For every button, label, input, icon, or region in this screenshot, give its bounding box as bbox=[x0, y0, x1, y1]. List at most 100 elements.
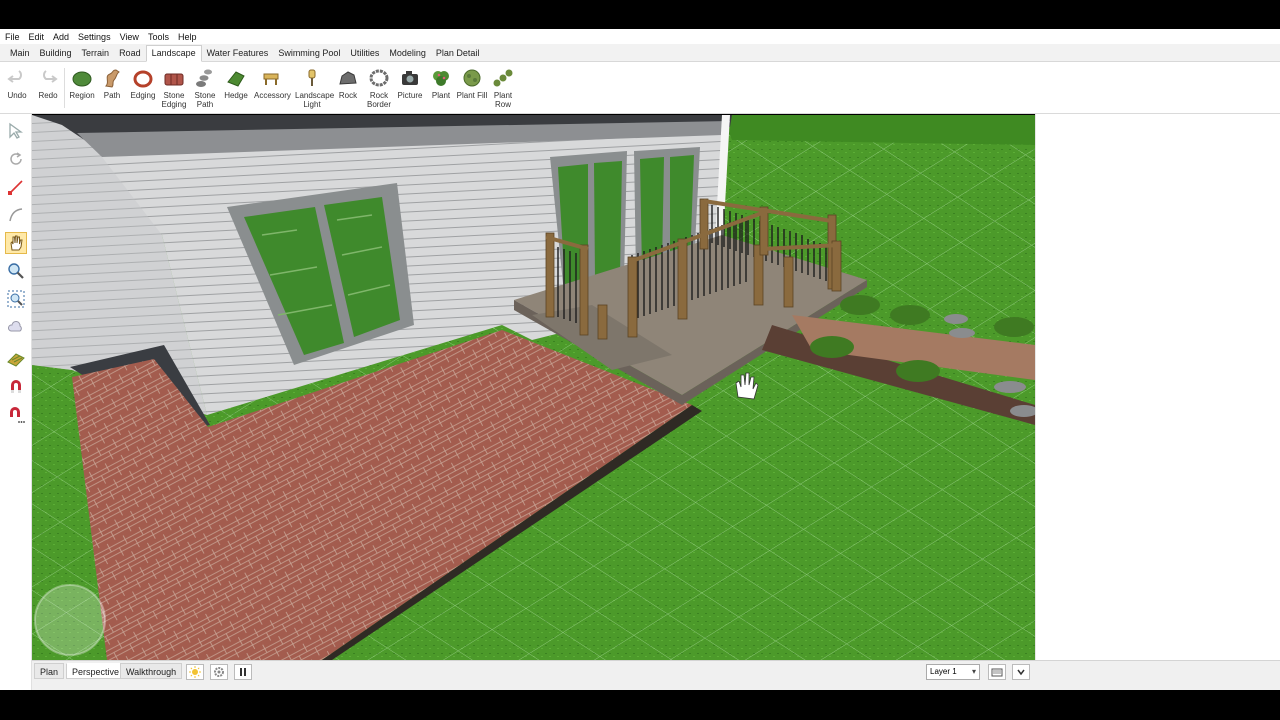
region-button[interactable]: Region bbox=[65, 66, 99, 100]
hand-pan-tool[interactable] bbox=[5, 232, 27, 254]
tab-perspective-view[interactable]: Perspective bbox=[66, 663, 126, 679]
rock-label: Rock bbox=[338, 91, 358, 100]
plant-button[interactable]: Plant bbox=[424, 66, 458, 100]
tab-swimming-pool[interactable]: Swimming Pool bbox=[273, 48, 345, 61]
settings-view-button[interactable] bbox=[210, 664, 228, 680]
tab-walkthrough-view[interactable]: Walkthrough bbox=[120, 663, 183, 679]
tab-road[interactable]: Road bbox=[114, 48, 146, 61]
zoom-extents-icon bbox=[7, 290, 25, 308]
tab-modeling[interactable]: Modeling bbox=[384, 48, 431, 61]
menu-view[interactable]: View bbox=[120, 32, 139, 42]
rock-border-button[interactable]: Rock Border bbox=[362, 66, 396, 109]
layer-select-value: Layer 1 bbox=[930, 667, 957, 676]
texture-tool[interactable] bbox=[5, 348, 27, 370]
layer-menu-button[interactable] bbox=[1012, 664, 1030, 680]
hand-pan-icon bbox=[10, 235, 23, 251]
tab-water-features[interactable]: Water Features bbox=[202, 48, 274, 61]
menu-help[interactable]: Help bbox=[178, 32, 197, 42]
layers-icon bbox=[991, 668, 1003, 677]
select-arrow-icon bbox=[9, 122, 23, 139]
view-status-bar: Plan Perspective Walkthrough Layer 1 ▾ bbox=[32, 660, 1280, 690]
stone-path-button[interactable]: Stone Path bbox=[188, 66, 222, 109]
sun-button[interactable] bbox=[186, 664, 204, 680]
redo-label: Redo bbox=[38, 91, 58, 100]
undo-icon bbox=[7, 70, 22, 83]
select-tool[interactable] bbox=[5, 120, 27, 142]
hedge-icon bbox=[227, 71, 245, 87]
pan-line-icon bbox=[8, 180, 23, 195]
top-black-bar bbox=[0, 0, 1280, 29]
region-icon bbox=[72, 71, 92, 87]
menu-add[interactable]: Add bbox=[53, 32, 69, 42]
ribbon-toolbar: Undo Redo Region Path Edging Stone Edgin… bbox=[0, 62, 1280, 114]
layer-select[interactable]: Layer 1 ▾ bbox=[926, 664, 980, 680]
texture-icon bbox=[7, 353, 25, 367]
cloud-tool[interactable] bbox=[5, 316, 27, 338]
hedge-label: Hedge bbox=[224, 91, 248, 100]
bottom-black-bar bbox=[0, 690, 1280, 720]
plant-fill-button[interactable]: Plant Fill bbox=[455, 66, 489, 100]
magnet-icon bbox=[11, 380, 21, 393]
rock-button[interactable]: Rock bbox=[331, 66, 365, 100]
landscape-light-button[interactable]: Landscape Light bbox=[295, 66, 334, 109]
orbit-tool[interactable] bbox=[5, 148, 27, 170]
tab-landscape[interactable]: Landscape bbox=[145, 45, 202, 62]
perspective-viewport[interactable] bbox=[32, 115, 1035, 660]
stone-edging-button[interactable]: Stone Edging bbox=[157, 66, 191, 109]
edging-button[interactable]: Edging bbox=[126, 66, 160, 100]
pause-button[interactable] bbox=[234, 664, 252, 680]
magnet-tool[interactable] bbox=[5, 376, 27, 398]
hedge-button[interactable]: Hedge bbox=[219, 66, 253, 100]
menu-edit[interactable]: Edit bbox=[29, 32, 45, 42]
landscape-light-label: Landscape Light bbox=[295, 91, 335, 109]
right-pane bbox=[1035, 114, 1280, 660]
layers-button[interactable] bbox=[988, 664, 1006, 680]
picture-button[interactable]: Picture bbox=[393, 66, 427, 100]
plant-icon bbox=[433, 71, 449, 86]
tab-building[interactable]: Building bbox=[35, 48, 77, 61]
zoom-tool[interactable] bbox=[5, 260, 27, 282]
undo-label: Undo bbox=[7, 91, 27, 100]
cloud-icon bbox=[7, 321, 22, 332]
landscape-light-icon bbox=[308, 69, 316, 86]
stone-edging-label: Stone Edging bbox=[161, 91, 187, 109]
tab-main[interactable]: Main bbox=[5, 48, 35, 61]
plant-row-label: Plant Row bbox=[493, 91, 513, 109]
orbit-icon bbox=[10, 152, 22, 165]
plant-row-button[interactable]: Plant Row bbox=[486, 66, 520, 109]
plant-label: Plant bbox=[431, 91, 451, 100]
path-button[interactable]: Path bbox=[95, 66, 129, 100]
magnet-more-tool[interactable] bbox=[5, 404, 27, 426]
camera-icon bbox=[402, 71, 418, 85]
sun-icon bbox=[189, 666, 201, 678]
left-toolbar bbox=[0, 114, 32, 690]
region-label: Region bbox=[69, 91, 95, 100]
redo-button[interactable]: Redo bbox=[31, 66, 65, 100]
menu-tools[interactable]: Tools bbox=[148, 32, 169, 42]
picture-label: Picture bbox=[397, 91, 423, 100]
plant-fill-icon bbox=[463, 69, 481, 87]
tab-utilities[interactable]: Utilities bbox=[345, 48, 384, 61]
tab-plan-detail[interactable]: Plan Detail bbox=[431, 48, 485, 61]
stone-path-label: Stone Path bbox=[194, 91, 216, 109]
ribbon-tabs: Main Building Terrain Road Landscape Wat… bbox=[0, 44, 1280, 62]
gear-icon bbox=[214, 667, 224, 677]
chevron-down-icon: ▾ bbox=[971, 667, 976, 676]
tab-terrain[interactable]: Terrain bbox=[77, 48, 115, 61]
edging-label: Edging bbox=[130, 91, 156, 100]
accessory-label: Accessory bbox=[254, 91, 291, 100]
draw-line-tool[interactable] bbox=[5, 176, 27, 198]
path-icon bbox=[104, 69, 120, 88]
menu-settings[interactable]: Settings bbox=[78, 32, 111, 42]
zoom-extents-tool[interactable] bbox=[5, 288, 27, 310]
plant-row-icon bbox=[493, 69, 513, 87]
menu-file[interactable]: File bbox=[5, 32, 20, 42]
undo-button[interactable]: Undo bbox=[0, 66, 34, 100]
accessory-button[interactable]: Accessory bbox=[254, 66, 291, 100]
edging-icon bbox=[133, 70, 153, 88]
tab-plan-view[interactable]: Plan bbox=[34, 663, 65, 679]
plant-fill-label: Plant Fill bbox=[456, 91, 488, 100]
zoom-icon bbox=[8, 263, 24, 279]
redo-icon bbox=[43, 70, 58, 83]
arc-tool[interactable] bbox=[5, 204, 27, 226]
